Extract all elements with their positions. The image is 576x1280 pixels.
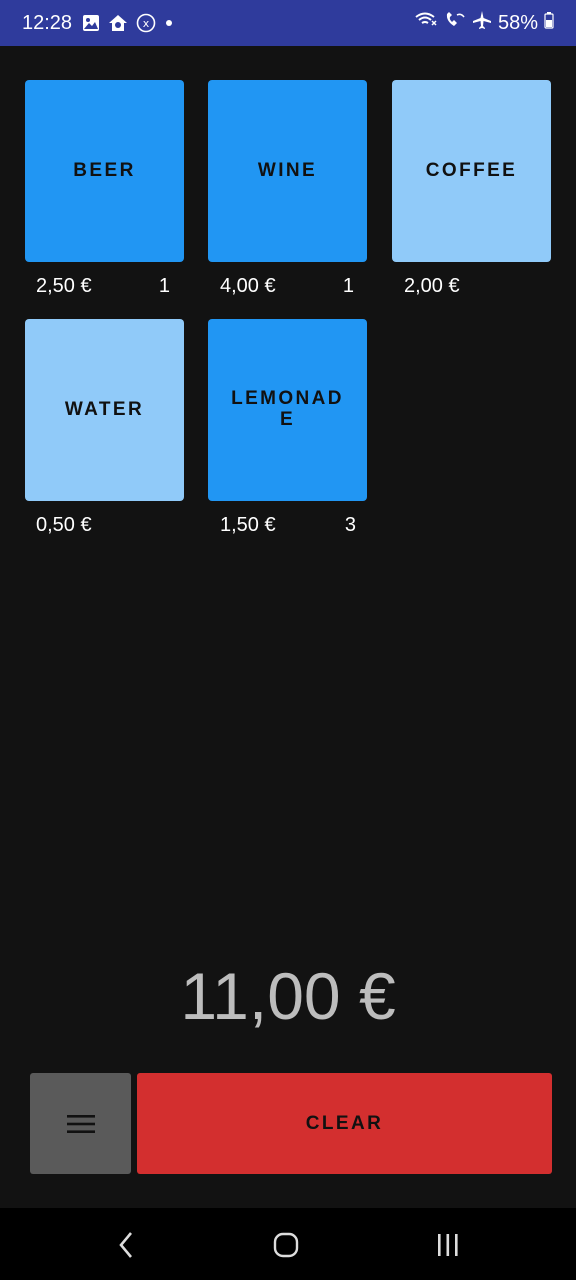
recents-button[interactable] [432,1230,464,1260]
product-name: BEER [73,159,136,181]
wifi-call-icon [444,11,466,35]
back-chevron-icon [119,1232,132,1258]
recents-icon [438,1234,458,1256]
product-tile-water[interactable]: WATER [25,319,184,501]
product-price: 1,50 € [220,514,276,536]
wifi-calling-icon [414,11,438,35]
hamburger-menu-icon [66,1114,95,1133]
x-circle-icon: x [136,13,156,33]
product-name: COFFEE [425,159,518,181]
product-tile-wine[interactable]: WINE [208,80,367,262]
product-price: 0,50 € [36,514,92,536]
status-bar: 12:28 x 58% [0,0,576,46]
product-name: WATER [64,398,145,420]
product-count: 1 [158,275,170,297]
svg-text:x: x [143,17,150,30]
product-tile-lemonade[interactable]: LEMONADE [208,319,367,501]
product-price: 2,50 € [36,275,92,297]
product-count: 1 [342,275,354,297]
product-tile-beer[interactable]: BEER [25,80,184,262]
clear-button[interactable]: CLEAR [137,1073,552,1174]
status-time: 12:28 [22,11,73,34]
product-price: 2,00 € [404,275,460,297]
home-icon [273,1232,299,1258]
airplane-icon [472,10,492,36]
pos-screen: BEER 2,50 € 1 WINE 4,00 € 1 COFFEE 2,00 … [0,46,576,1208]
home-button[interactable] [270,1230,302,1260]
product-count: 3 [344,514,356,536]
menu-button[interactable] [30,1073,131,1174]
battery-icon [544,11,554,35]
gallery-icon [82,14,100,32]
clear-button-label: CLEAR [305,1112,384,1134]
battery-text: 58% [497,11,538,34]
back-button[interactable] [110,1230,142,1260]
product-tile-coffee[interactable]: COFFEE [392,80,551,262]
home-shield-icon [108,14,128,32]
system-nav-bar [0,1208,576,1280]
product-name: WINE [257,159,318,181]
dot-icon [164,18,174,28]
product-price: 4,00 € [220,275,276,297]
product-name: LEMONADE [231,388,344,430]
total-amount: 11,00 € [180,959,396,1033]
